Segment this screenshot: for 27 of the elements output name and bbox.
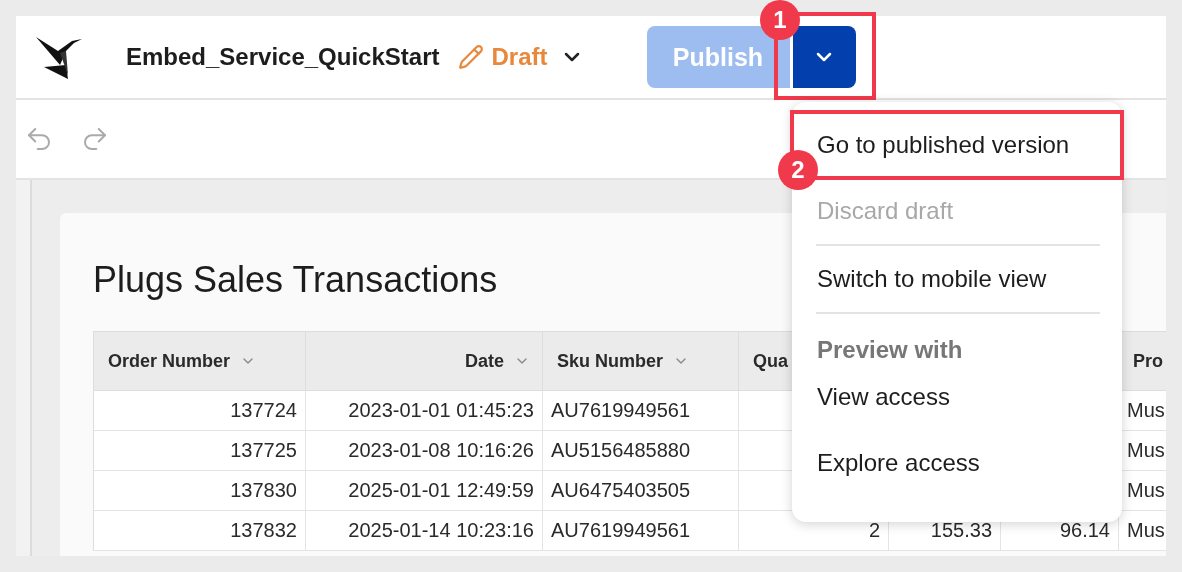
workbook-title: Embed_Service_QuickStart [126,43,440,71]
table-cell: Mus [1119,431,1166,471]
table-cell: 2023-01-08 10:16:26 [306,431,543,471]
column-header[interactable]: Pro [1119,332,1166,391]
column-header[interactable]: Order Number [94,332,306,391]
menu-item[interactable]: Switch to mobile view [792,246,1122,312]
table-cell: 2025-01-01 12:49:59 [306,471,543,511]
column-header[interactable]: Date [306,332,543,391]
table-cell: Mus [1119,511,1166,551]
table-cell: 137724 [94,391,306,431]
menu-item[interactable]: Explore access [792,430,1122,496]
table-cell: AU7619949561 [543,391,739,431]
table-cell: Mus [1119,471,1166,511]
table-cell: AU6475403505 [543,471,739,511]
table-cell: 2025-01-14 10:23:16 [306,511,543,551]
table-cell: 2023-01-01 01:45:23 [306,391,543,431]
table-cell: AU7619949561 [543,511,739,551]
step-badge: 1 [760,0,800,40]
table-cell: 137832 [94,511,306,551]
table-cell: AU5156485880 [543,431,739,471]
column-header[interactable]: Sku Number [543,332,739,391]
card-title: Plugs Sales Transactions [93,259,498,301]
menu-item[interactable]: View access [792,364,1122,430]
menu-section-label: Preview with [816,335,964,364]
table-cell: 137830 [94,471,306,511]
table-cell: Mus [1119,391,1166,431]
table-cell: 137725 [94,431,306,471]
